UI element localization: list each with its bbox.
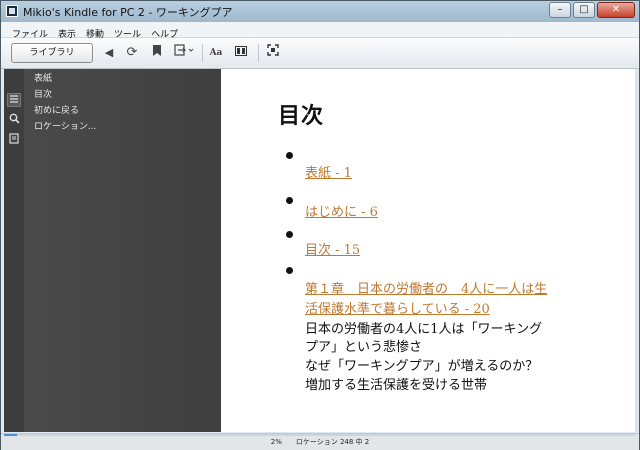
toc-link-cover[interactable]: 表紙 - 1 [305, 164, 352, 184]
notes-icon[interactable] [7, 133, 21, 147]
reading-progress-bar[interactable] [4, 434, 636, 436]
menu-bar: ファイル 表示 移動 ツール ヘルプ [1, 22, 639, 40]
sidebar-item-toc[interactable]: 目次 [34, 87, 52, 100]
title-bar[interactable]: Mikio's Kindle for PC 2 - ワーキングプア – □ ✕ [1, 1, 639, 22]
toc-link-toc[interactable]: 目次 - 15 [305, 241, 360, 261]
list-bullet [286, 152, 293, 159]
maximize-button[interactable]: □ [573, 2, 595, 18]
toc-link-chapter1-line1[interactable]: 第１章 日本の労働者の 4人に一人は生 [305, 280, 547, 300]
font-size-icon[interactable]: Aa [208, 44, 224, 62]
window-title: Mikio's Kindle for PC 2 - ワーキングプア [23, 6, 233, 19]
sidebar-rail [4, 69, 24, 432]
toolbar: ライブラリ ◀ ⟳ Aa [1, 38, 639, 69]
toolbar-separator [202, 44, 203, 62]
minimize-button[interactable]: – [549, 2, 571, 18]
page-title: 目次 [278, 104, 325, 129]
sync-icon[interactable]: ⟳ [125, 44, 139, 62]
goto-icon[interactable] [173, 44, 195, 62]
toolbar-separator [258, 44, 259, 62]
close-button[interactable]: ✕ [597, 2, 635, 18]
toc-text-line: プア」という悲惨さ [305, 340, 423, 355]
fullscreen-icon[interactable] [266, 44, 280, 62]
list-bullet [286, 197, 293, 204]
reading-progress-fill [4, 434, 17, 436]
sidebar-item-beginning[interactable]: 初めに戻る [34, 103, 79, 116]
toc-text-line: 増加する生活保護を受ける世帯 [305, 378, 488, 393]
search-icon[interactable] [7, 113, 21, 127]
window-controls: – □ ✕ [547, 2, 635, 18]
sidebar-item-location[interactable]: ロケーション... [34, 119, 96, 132]
view-mode-icon[interactable] [234, 44, 248, 62]
toc-text-line: なぜ「ワーキングプア」が増えるのか？ [305, 359, 539, 374]
toc-list-icon[interactable] [7, 93, 21, 107]
status-bar: 2% ロケーション 248 中 2 [1, 433, 639, 450]
bookmark-icon[interactable] [151, 44, 163, 62]
toc-link-intro[interactable]: はじめに - 6 [305, 203, 378, 223]
status-location-text: 2% ロケーション 248 中 2 [270, 438, 370, 446]
kindle-app-icon [6, 5, 18, 17]
toc-link-chapter1-line2[interactable]: 活保護水準で暮らしている - 20 [305, 300, 490, 320]
sidebar-item-cover[interactable]: 表紙 [34, 71, 52, 84]
list-bullet [286, 267, 293, 274]
reading-pane[interactable]: 目次 表紙 - 1 はじめに - 6 目次 - 15 第１章 日本の労働者の 4… [221, 69, 637, 432]
list-bullet [286, 231, 293, 238]
toc-text-line: 日本の労働者の4人に1人は「ワーキング [305, 322, 543, 337]
kindle-window: Mikio's Kindle for PC 2 - ワーキングプア – □ ✕ … [0, 0, 640, 450]
scroll-edge[interactable] [635, 69, 637, 432]
library-button[interactable]: ライブラリ [11, 43, 93, 63]
back-arrow-icon[interactable]: ◀ [103, 44, 115, 62]
toc-sidebar: 表紙 目次 初めに戻る ロケーション... [24, 69, 221, 432]
